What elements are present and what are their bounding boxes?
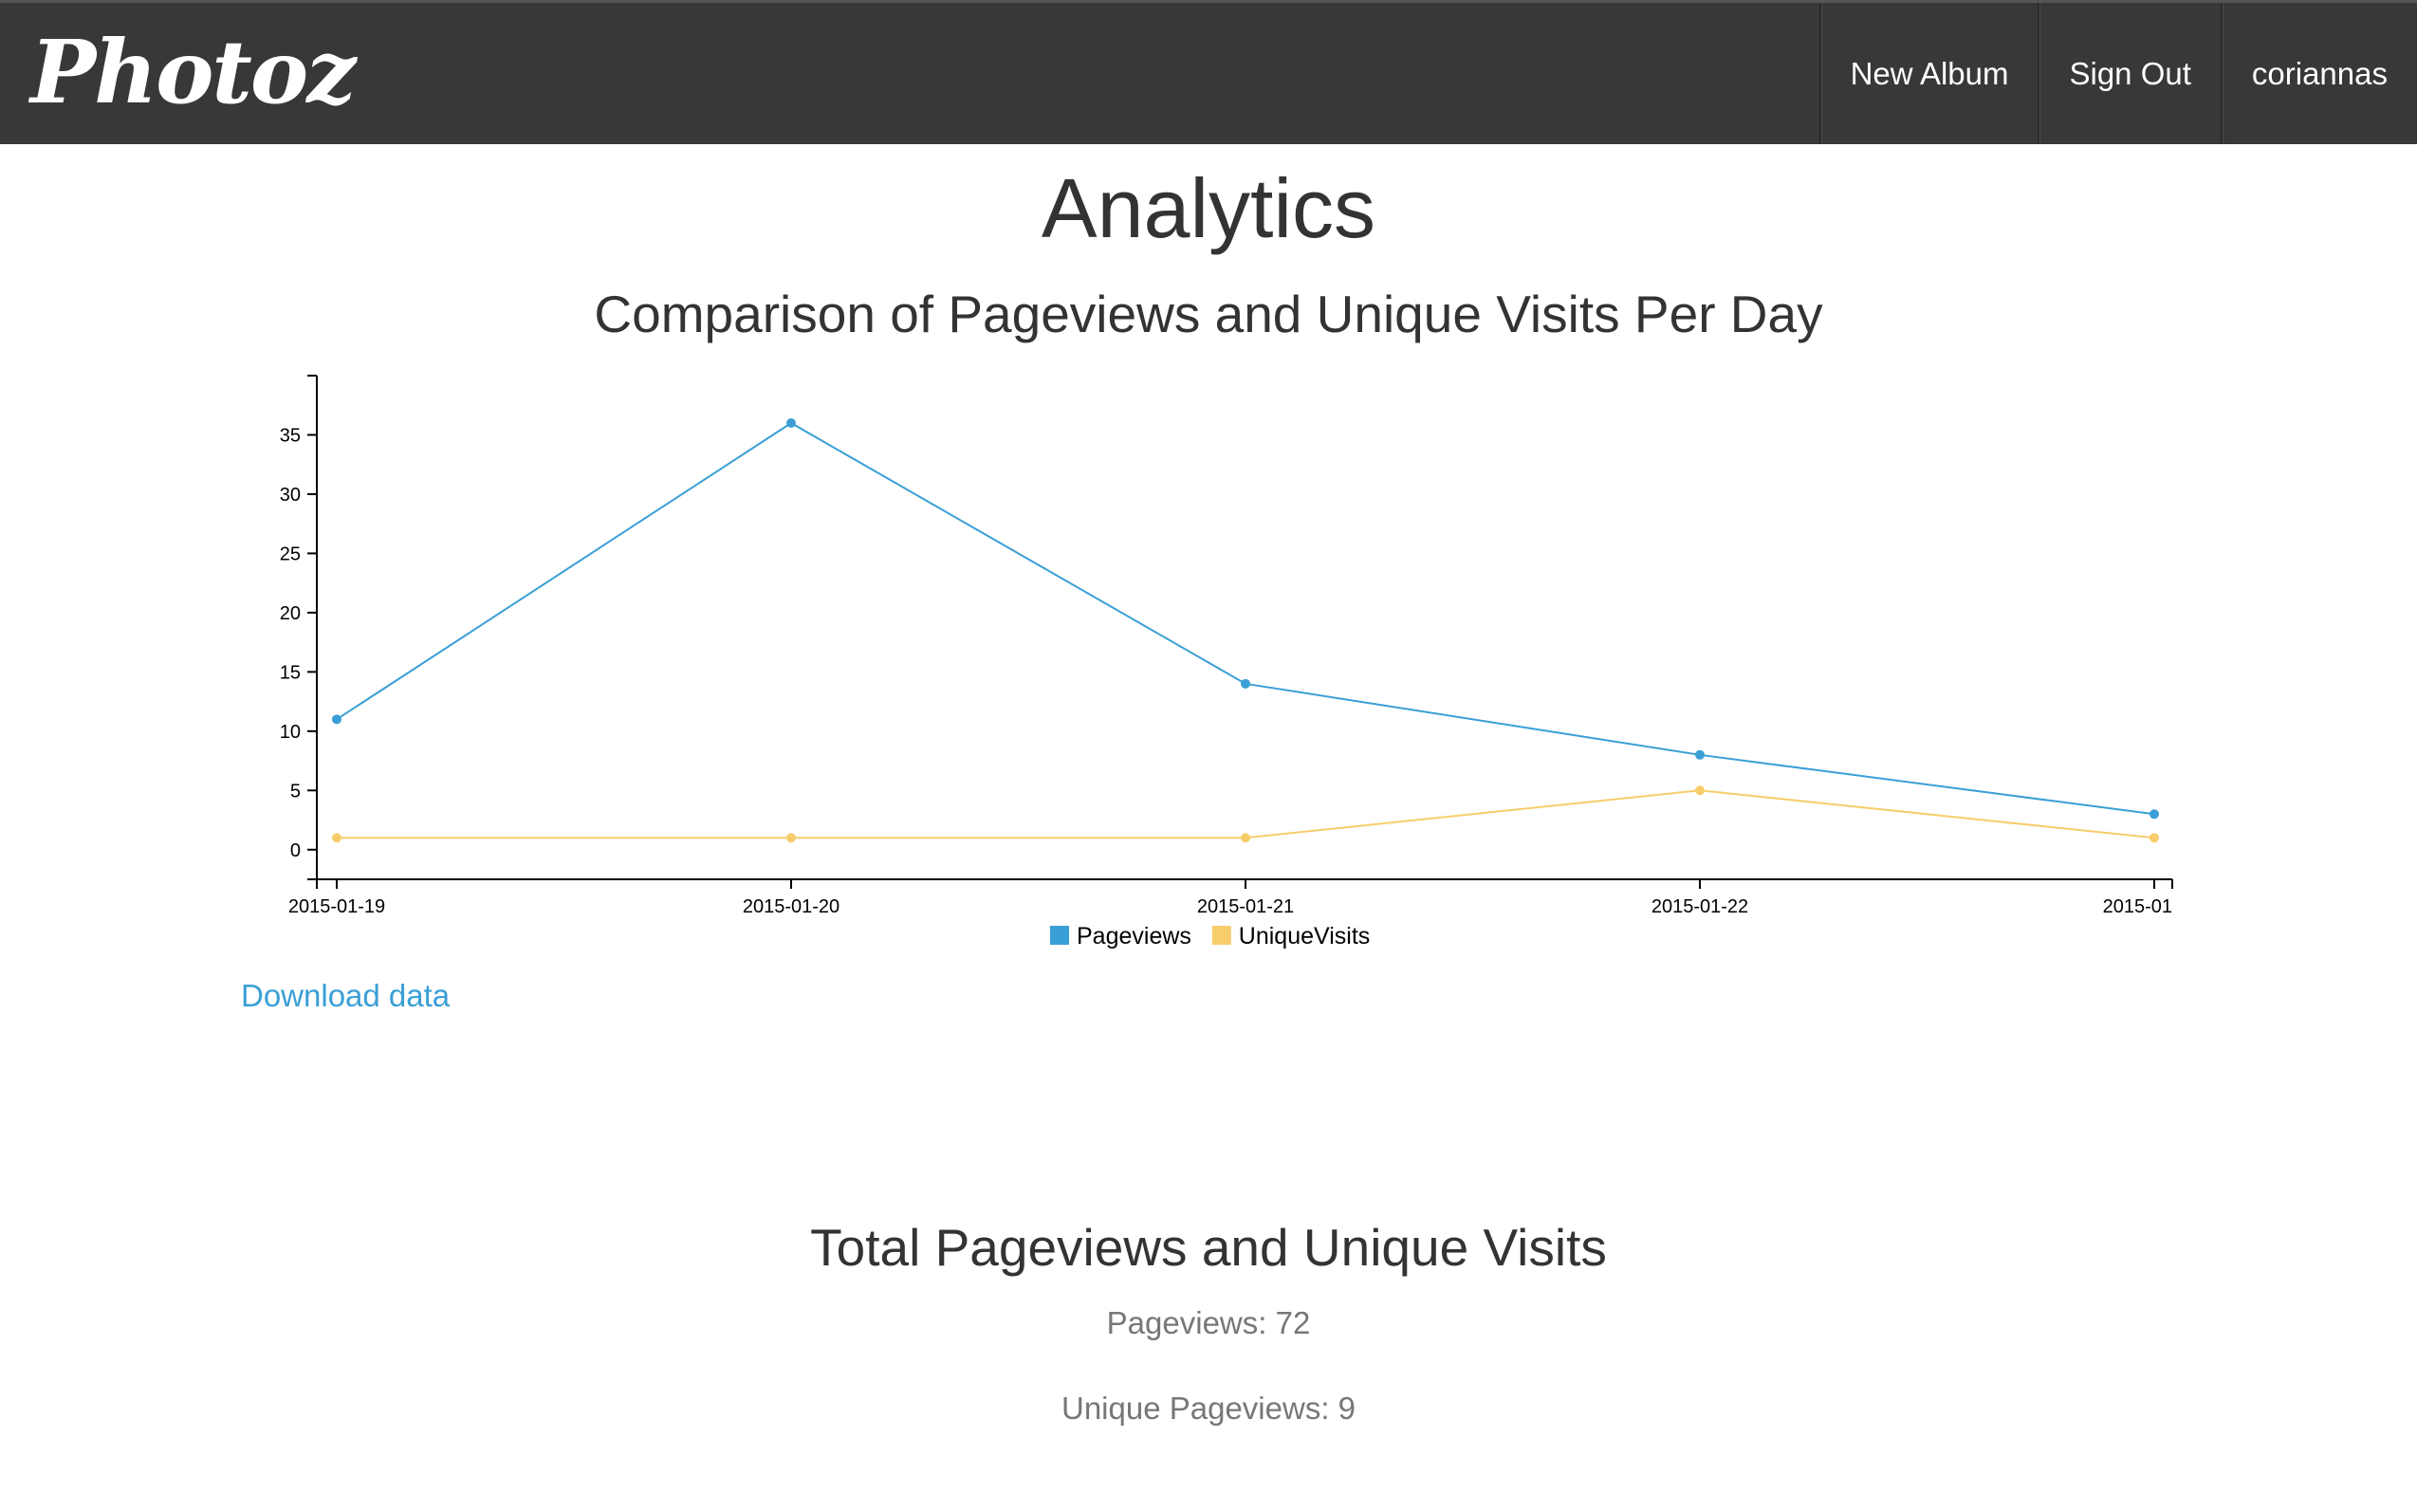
chart-title: Comparison of Pageviews and Unique Visit… xyxy=(594,285,1823,343)
data-point-pageviews xyxy=(2149,809,2159,820)
x-tick-label: 2015-01-20 xyxy=(743,896,839,917)
data-point-uniquevisits xyxy=(786,833,796,843)
x-tick-label: 2015-01-19 xyxy=(288,896,385,917)
new-album-link[interactable]: New Album xyxy=(1818,3,2039,144)
x-tick-label: 2015-01-21 xyxy=(1197,896,1294,917)
y-tick-label: 35 xyxy=(280,425,301,446)
download-data-link[interactable]: Download data xyxy=(241,977,450,1015)
data-point-pageviews xyxy=(786,417,796,428)
y-tick-label: 0 xyxy=(290,840,301,861)
data-point-uniquevisits xyxy=(1241,833,1250,843)
legend-swatch-pageviews xyxy=(1050,926,1069,945)
pageviews-chart: 0 5 10 15 20 25 30 35 2015-01-19 2015-01-20 2015-0… xyxy=(280,375,2173,950)
y-tick-label: 5 xyxy=(290,781,301,802)
legend-label-pageviews: Pageviews xyxy=(1077,923,1191,950)
x-tick-label: 2015-01 xyxy=(2103,896,2172,917)
data-point-uniquevisits xyxy=(2149,833,2159,843)
y-tick-label: 25 xyxy=(280,544,301,564)
legend-swatch-uniquevisits xyxy=(1211,926,1231,945)
y-tick-label: 20 xyxy=(280,603,301,624)
y-tick-label: 30 xyxy=(280,485,301,506)
brand-logo[interactable]: Photoz xyxy=(30,20,357,124)
sign-out-link[interactable]: Sign Out xyxy=(2038,3,2220,144)
data-point-pageviews xyxy=(332,714,341,725)
data-point-pageviews xyxy=(1241,678,1250,689)
series-line-uniquevisits xyxy=(337,789,2155,839)
user-menu-link[interactable]: coriannas xyxy=(2220,3,2417,144)
page-title: Analytics xyxy=(1041,161,1376,255)
total-unique-text: Unique Pageviews: 9 xyxy=(1061,1391,1356,1426)
y-tick-label: 15 xyxy=(280,662,301,683)
data-point-uniquevisits xyxy=(332,833,341,843)
navbar: Photoz New Album Sign Out coriannas xyxy=(0,0,2417,144)
y-tick-label: 10 xyxy=(280,722,301,743)
nav-menu: New Album Sign Out coriannas xyxy=(1818,3,2417,144)
totals-title: Total Pageviews and Unique Visits xyxy=(810,1218,1607,1277)
total-pageviews-text: Pageviews: 72 xyxy=(1106,1305,1311,1340)
data-point-uniquevisits xyxy=(1695,785,1705,796)
series-line-pageviews xyxy=(336,421,2155,816)
legend-label-uniquevisits: UniqueVisits xyxy=(1239,923,1371,950)
data-point-pageviews xyxy=(1695,749,1705,760)
x-tick-label: 2015-01-22 xyxy=(1651,896,1748,917)
